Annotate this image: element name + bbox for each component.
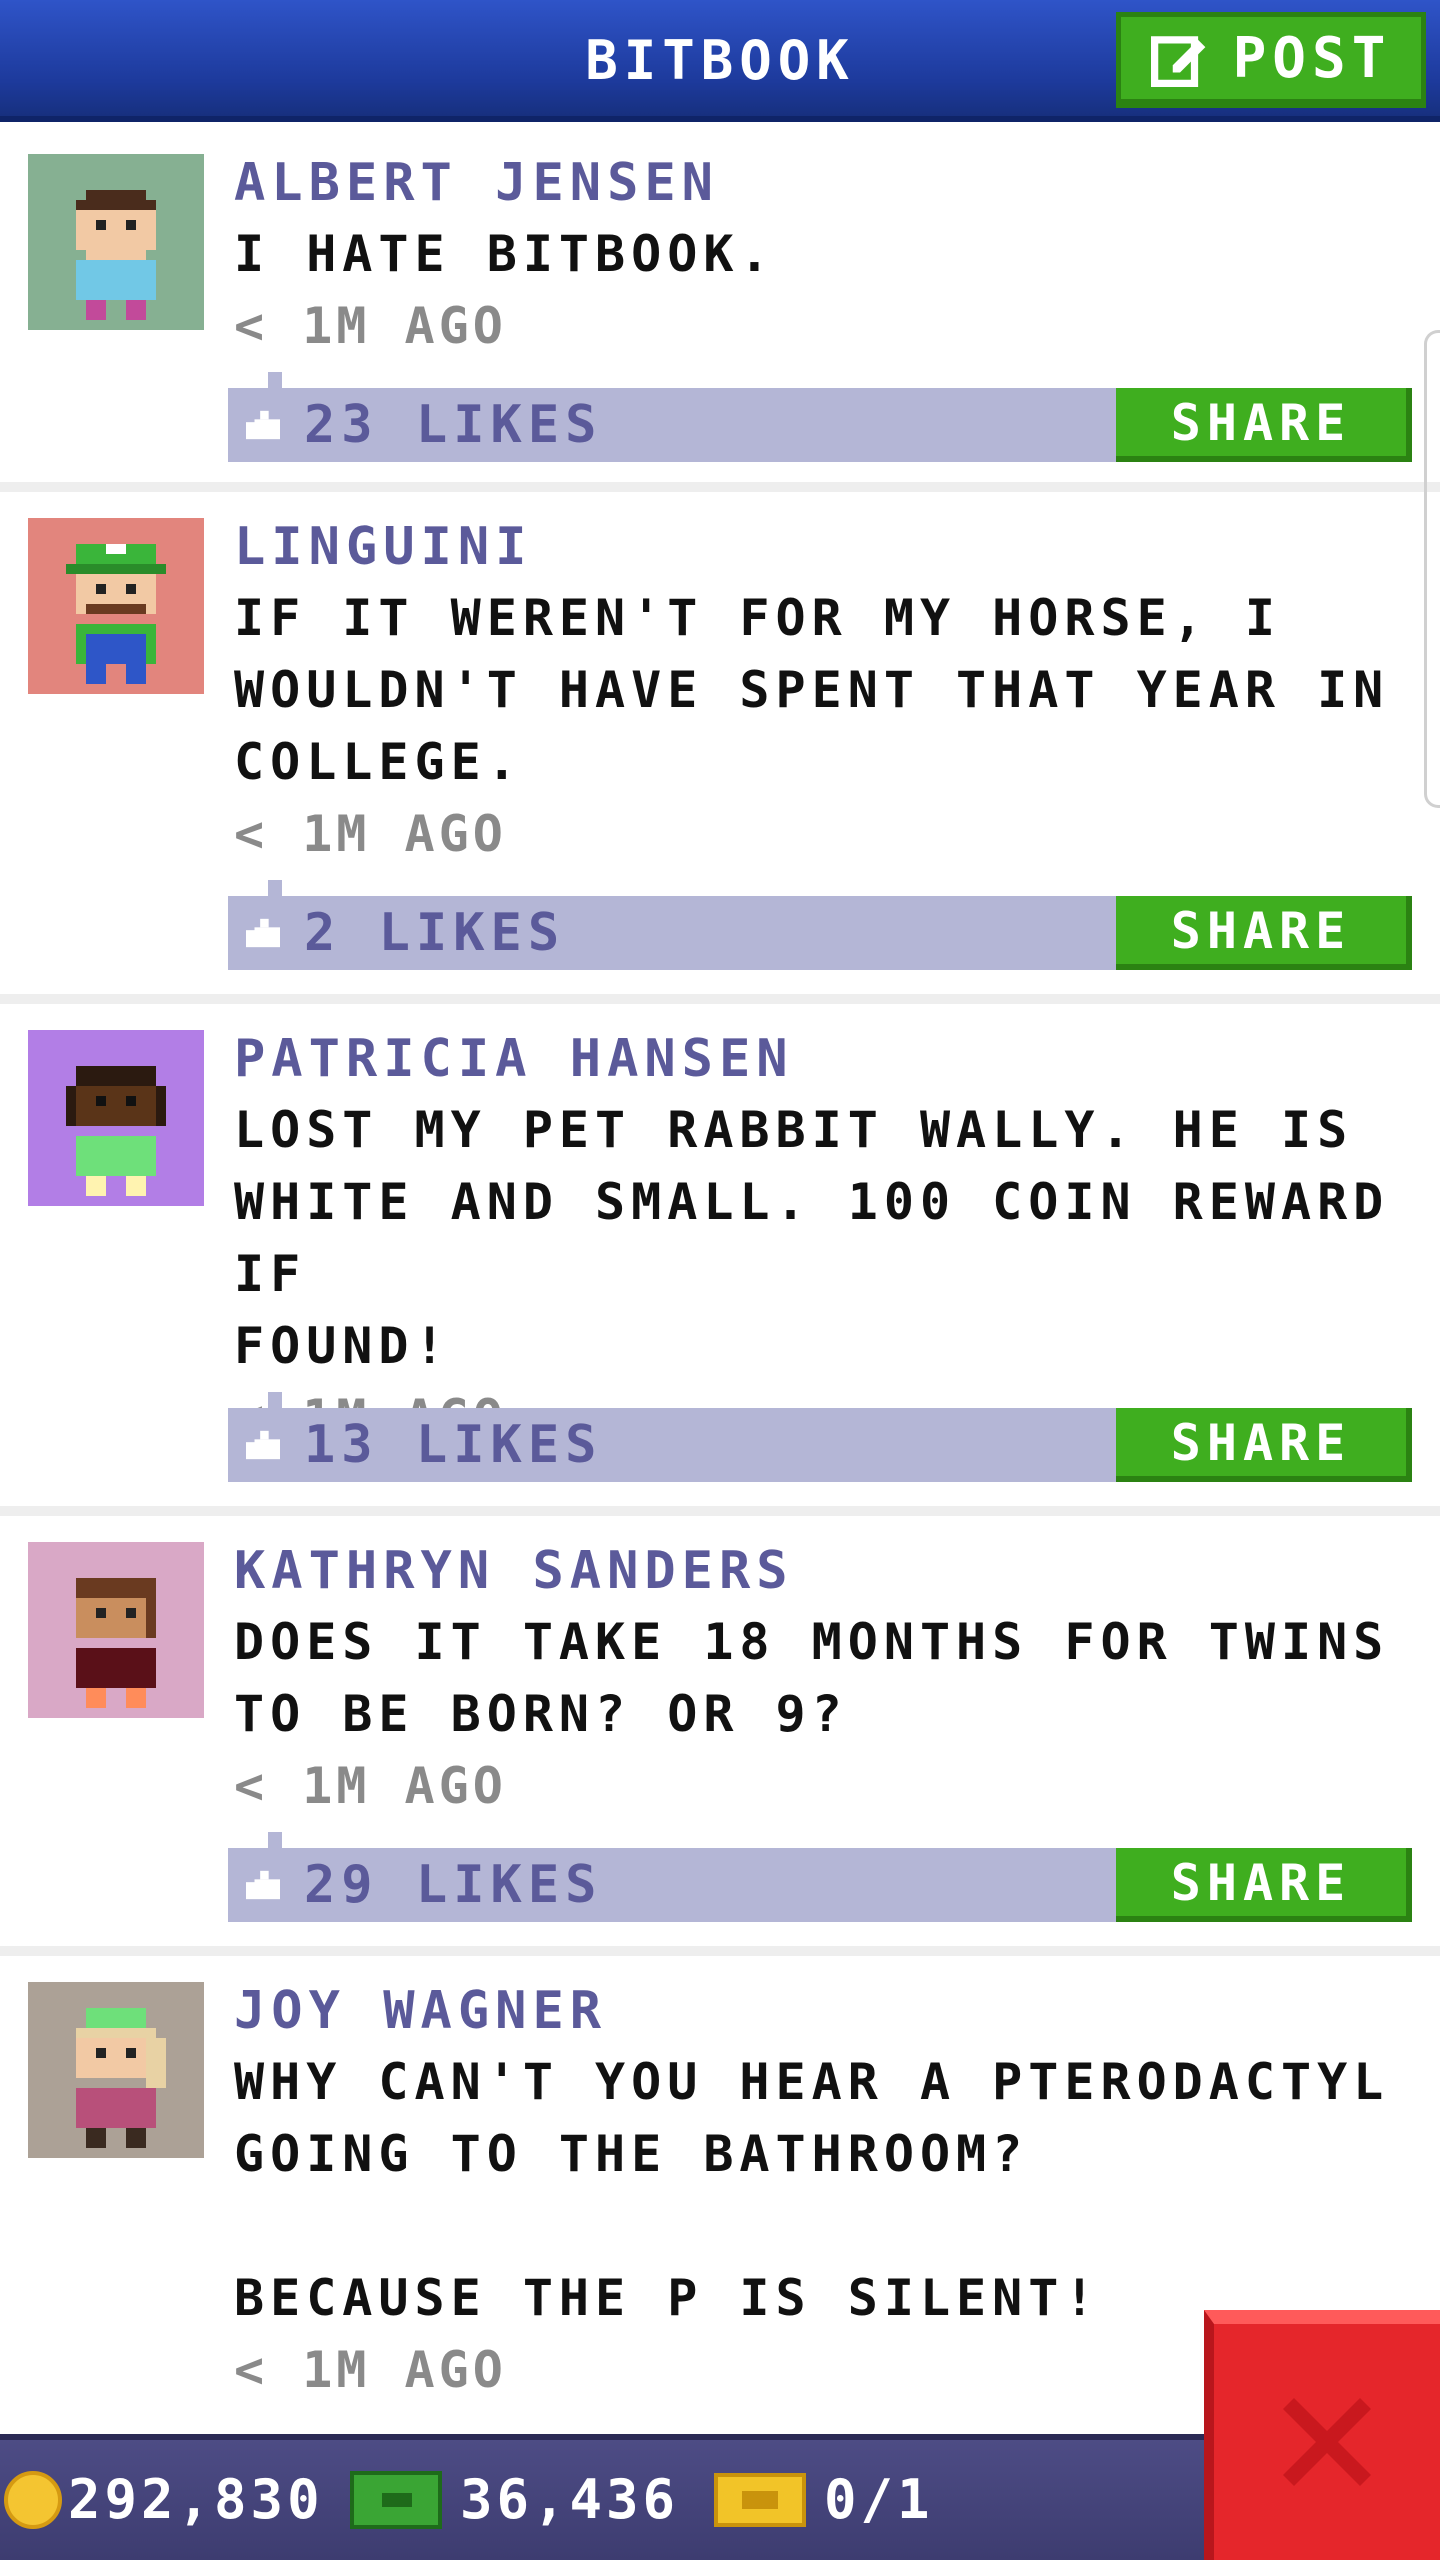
coins-value: 292,830 xyxy=(68,2468,324,2531)
likes-count: 29 LIKES xyxy=(304,1855,603,1915)
post-message: WHY CAN'T YOU HEAR A PTERODACTYL GOING T… xyxy=(234,2053,1390,2327)
likes-bar: 13 LIKES SHARE xyxy=(228,1392,1412,1482)
bux-stat: 36,436 xyxy=(350,2440,679,2560)
post-author[interactable]: JOY WAGNER xyxy=(234,1976,1426,2046)
thumbs-up-icon[interactable] xyxy=(246,410,280,440)
person-avatar-icon xyxy=(66,1066,166,1196)
person-avatar-icon xyxy=(76,2008,166,2148)
likes-count: 2 LIKES xyxy=(304,903,566,963)
coins-stat: 292,830 xyxy=(4,2440,324,2560)
likes-bar: 29 LIKES SHARE xyxy=(228,1832,1412,1922)
likes-count: 13 LIKES xyxy=(304,1415,603,1475)
cash-icon xyxy=(350,2471,442,2529)
post-author[interactable]: KATHRYN SANDERS xyxy=(234,1536,1426,1606)
share-button[interactable]: SHARE xyxy=(1116,896,1412,970)
post-author[interactable]: PATRICIA HANSEN xyxy=(234,1024,1426,1094)
scroll-indicator[interactable] xyxy=(1424,330,1440,808)
close-icon xyxy=(1283,2398,1371,2486)
share-button[interactable]: SHARE xyxy=(1116,1848,1412,1922)
person-avatar-icon xyxy=(76,190,156,320)
post-time: < 1M AGO xyxy=(234,1757,507,1815)
avatar xyxy=(28,1542,204,1718)
close-button[interactable] xyxy=(1204,2310,1440,2560)
person-avatar-icon xyxy=(66,544,166,684)
feed[interactable]: ALBERT JENSEN I HATE BITBOOK. < 1M AGO 2… xyxy=(0,128,1440,2476)
post-button-label: POST xyxy=(1232,25,1392,91)
post-time: < 1M AGO xyxy=(234,297,507,355)
avatar xyxy=(28,1030,204,1206)
post-author[interactable]: ALBERT JENSEN xyxy=(234,148,1426,218)
avatar xyxy=(28,154,204,330)
post-button[interactable]: POST xyxy=(1116,12,1426,108)
post-message: DOES IT TAKE 18 MONTHS FOR TWINS TO BE B… xyxy=(234,1613,1390,1743)
likes-bar: 2 LIKES SHARE xyxy=(228,880,1412,970)
post-message: IF IT WEREN'T FOR MY HORSE, I WOULDN'T H… xyxy=(234,589,1390,791)
post-time: < 1M AGO xyxy=(234,805,507,863)
post-item: PATRICIA HANSEN LOST MY PET RABBIT WALLY… xyxy=(0,1004,1440,1516)
post-item: ALBERT JENSEN I HATE BITBOOK. < 1M AGO 2… xyxy=(0,128,1440,492)
post-item: KATHRYN SANDERS DOES IT TAKE 18 MONTHS F… xyxy=(0,1516,1440,1956)
likes-count: 23 LIKES xyxy=(304,395,603,455)
likes-bar: 23 LIKES SHARE xyxy=(228,372,1412,462)
thumbs-up-icon[interactable] xyxy=(246,918,280,948)
thumbs-up-icon[interactable] xyxy=(246,1430,280,1460)
ticket-icon xyxy=(714,2473,806,2527)
share-button[interactable]: SHARE xyxy=(1116,388,1412,462)
compose-icon xyxy=(1150,36,1205,87)
person-avatar-icon xyxy=(76,1578,156,1708)
tickets-value: 0/1 xyxy=(824,2468,934,2531)
avatar xyxy=(28,1982,204,2158)
share-button[interactable]: SHARE xyxy=(1116,1408,1412,1482)
thumbs-up-icon[interactable] xyxy=(246,1870,280,1900)
post-author[interactable]: LINGUINI xyxy=(234,512,1426,582)
post-message: LOST MY PET RABBIT WALLY. HE IS WHITE AN… xyxy=(234,1101,1390,1375)
post-message: I HATE BITBOOK. xyxy=(234,225,776,283)
coin-icon xyxy=(4,2471,62,2529)
post-item: LINGUINI IF IT WEREN'T FOR MY HORSE, I W… xyxy=(0,492,1440,1004)
avatar xyxy=(28,518,204,694)
bux-value: 36,436 xyxy=(460,2468,680,2531)
tickets-stat: 0/1 xyxy=(714,2440,934,2560)
app-header: BITBOOK POST xyxy=(0,0,1440,122)
